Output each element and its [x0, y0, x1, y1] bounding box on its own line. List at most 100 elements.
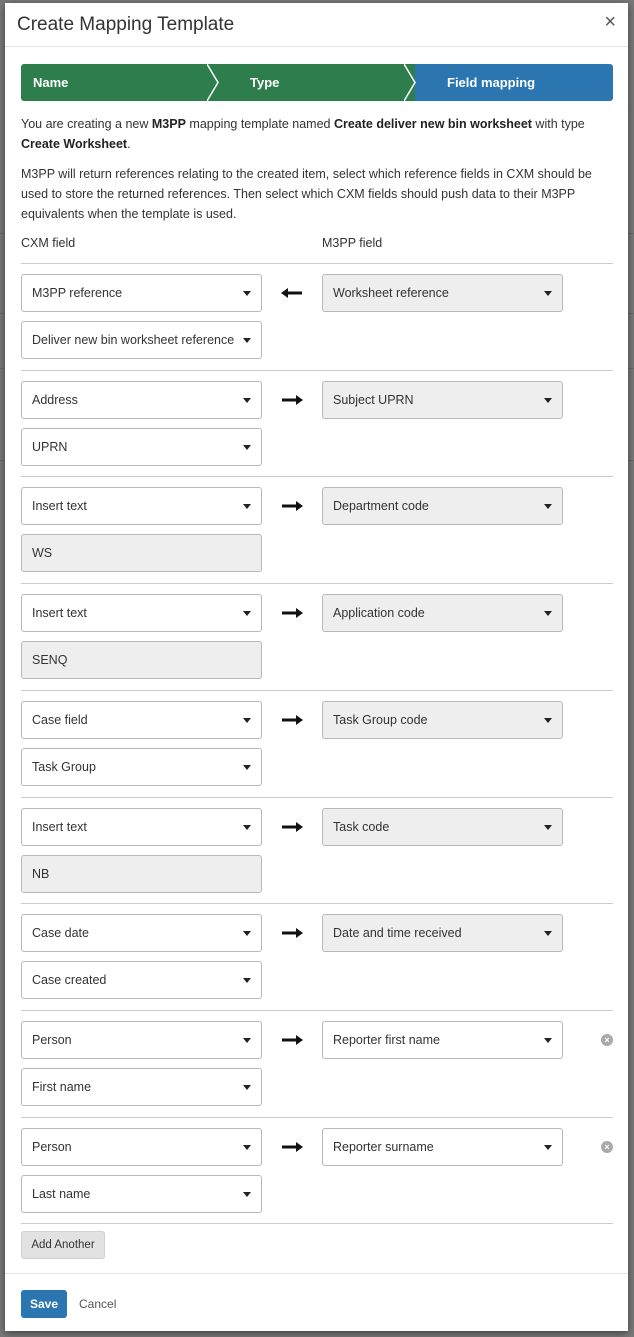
cxm-source-select[interactable]: M3PP reference — [21, 274, 262, 312]
chevron-down-icon — [544, 291, 552, 296]
arrow-left-icon — [281, 288, 302, 298]
mapping-divider — [21, 1010, 613, 1011]
select-value: Case date — [32, 926, 89, 940]
cxm-source-select[interactable]: Person — [21, 1021, 262, 1059]
wizard-step-field-mapping[interactable]: Field mapping — [415, 64, 613, 101]
arrow-right-icon — [282, 395, 303, 405]
remove-mapping-icon[interactable]: × — [601, 1141, 613, 1153]
select-value: Worksheet reference — [333, 286, 449, 300]
arrow-right-icon — [282, 928, 303, 938]
m3pp-field-select[interactable]: Reporter surname — [322, 1128, 563, 1166]
m3pp-field-select: Worksheet reference — [322, 274, 563, 312]
chevron-down-icon — [243, 1192, 251, 1197]
cxm-text-input[interactable]: NB — [21, 855, 262, 893]
cxm-detail-select[interactable]: First name — [21, 1068, 262, 1106]
cxm-source-select[interactable]: Insert text — [21, 487, 262, 525]
cxm-detail-select[interactable]: Last name — [21, 1175, 262, 1213]
select-value: Insert text — [32, 499, 87, 513]
cxm-source-select[interactable]: Insert text — [21, 594, 262, 632]
chevron-down-icon — [544, 718, 552, 723]
select-value: Case created — [32, 973, 107, 987]
save-button[interactable]: Save — [21, 1290, 67, 1318]
select-value: UPRN — [32, 440, 68, 454]
m3pp-field-select: Task code — [322, 808, 563, 846]
select-value: Task code — [333, 820, 390, 834]
cxm-detail-select[interactable]: Case created — [21, 961, 262, 999]
chevron-down-icon — [243, 1038, 251, 1043]
cxm-text-input[interactable]: WS — [21, 534, 262, 572]
chevron-down-icon — [243, 398, 251, 403]
chevron-down-icon — [243, 931, 251, 936]
cxm-detail-select[interactable]: UPRN — [21, 428, 262, 466]
cxm-source-select[interactable]: Case field — [21, 701, 262, 739]
cxm-source-select[interactable]: Address — [21, 381, 262, 419]
remove-mapping-icon[interactable]: × — [601, 1034, 613, 1046]
arrow-right-icon — [282, 501, 303, 511]
modal-header: Create Mapping Template × — [5, 3, 628, 47]
chevron-down-icon — [243, 765, 251, 770]
select-value: Reporter first name — [333, 1033, 440, 1047]
chevron-down-icon — [544, 1038, 552, 1043]
m3pp-field-column-header: M3PP field — [322, 236, 383, 250]
intro-instructions: M3PP will return references relating to … — [21, 167, 592, 221]
select-value: Person — [32, 1140, 72, 1154]
input-value: WS — [32, 546, 53, 560]
mapping-divider — [21, 1223, 613, 1224]
modal-title: Create Mapping Template — [17, 14, 235, 35]
cxm-source-select[interactable]: Case date — [21, 914, 262, 952]
select-value: Department code — [333, 499, 429, 513]
mapping-divider — [21, 263, 613, 264]
step-chevron-icon — [404, 64, 416, 101]
chevron-down-icon — [243, 504, 251, 509]
chevron-down-icon — [243, 718, 251, 723]
m3pp-field-select: Date and time received — [322, 914, 563, 952]
input-value: NB — [32, 867, 50, 881]
chevron-down-icon — [243, 445, 251, 450]
chevron-down-icon — [544, 825, 552, 830]
select-value: Date and time received — [333, 926, 462, 940]
chevron-down-icon — [544, 931, 552, 936]
chevron-down-icon — [243, 825, 251, 830]
mapping-divider — [21, 370, 613, 371]
m3pp-field-select: Task Group code — [322, 701, 563, 739]
arrow-right-icon — [282, 1142, 303, 1152]
select-value: Deliver new bin worksheet reference — [32, 333, 235, 347]
create-mapping-template-modal: Create Mapping Template × Name Type Fiel… — [5, 3, 628, 1331]
wizard-steps: Name Type Field mapping — [21, 64, 613, 101]
step-chevron-icon — [207, 64, 219, 101]
chevron-down-icon — [544, 611, 552, 616]
arrow-right-icon — [282, 822, 303, 832]
select-value: Application code — [333, 606, 425, 620]
close-icon[interactable]: × — [604, 12, 616, 32]
cxm-detail-select[interactable]: Deliver new bin worksheet reference — [21, 321, 262, 359]
arrow-right-icon — [282, 1035, 303, 1045]
mapping-divider — [21, 797, 613, 798]
m3pp-field-select[interactable]: Reporter first name — [322, 1021, 563, 1059]
mapping-divider — [21, 903, 613, 904]
cxm-detail-select[interactable]: Task Group — [21, 748, 262, 786]
wizard-step-type[interactable]: Type — [218, 64, 416, 101]
select-value: Task Group — [32, 760, 96, 774]
select-value: Last name — [32, 1187, 91, 1201]
cxm-source-select[interactable]: Insert text — [21, 808, 262, 846]
mapping-divider — [21, 476, 613, 477]
chevron-down-icon — [544, 504, 552, 509]
add-another-button[interactable]: Add Another — [21, 1231, 105, 1259]
select-value: Insert text — [32, 820, 87, 834]
mapping-divider — [21, 583, 613, 584]
cxm-text-input[interactable]: SENQ — [21, 641, 262, 679]
select-value: Task Group code — [333, 713, 428, 727]
chevron-down-icon — [544, 398, 552, 403]
wizard-step-label: Field mapping — [447, 75, 536, 90]
wizard-step-name[interactable]: Name — [21, 64, 219, 101]
m3pp-field-select: Application code — [322, 594, 563, 632]
intro-summary: You are creating a new M3PP mapping temp… — [21, 117, 585, 151]
mapping-divider — [21, 690, 613, 691]
cxm-source-select[interactable]: Person — [21, 1128, 262, 1166]
chevron-down-icon — [243, 611, 251, 616]
select-value: Reporter surname — [333, 1140, 434, 1154]
select-value: Case field — [32, 713, 88, 727]
cancel-button[interactable]: Cancel — [79, 1297, 116, 1311]
select-value: Address — [32, 393, 78, 407]
m3pp-field-select: Department code — [322, 487, 563, 525]
